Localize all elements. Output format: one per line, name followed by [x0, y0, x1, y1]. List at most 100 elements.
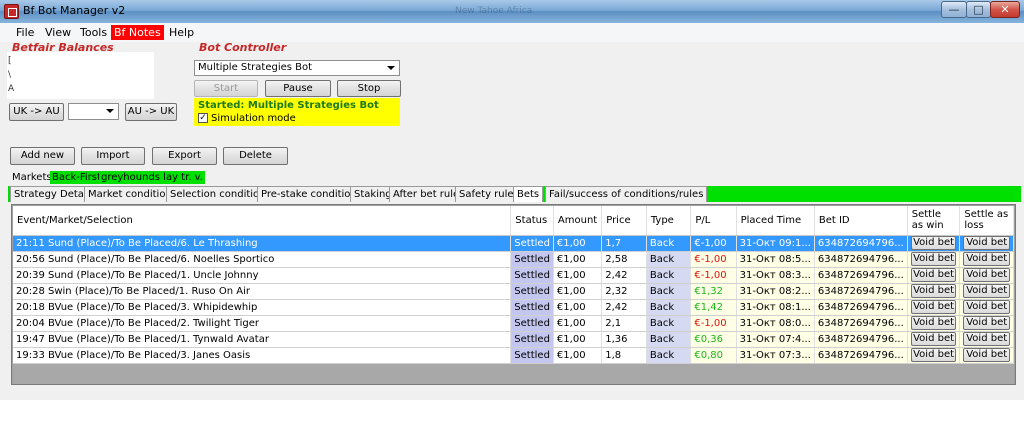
au-to-uk-button[interactable]: AU -> UK: [125, 103, 177, 121]
minimize-button[interactable]: —: [941, 1, 967, 18]
simulation-label: Simulation mode: [211, 113, 296, 124]
column-header-bet-id[interactable]: Bet ID: [814, 206, 908, 236]
column-header-settle-loss[interactable]: Settle as loss: [959, 206, 1014, 236]
settle-win-button-cell: Void bet: [907, 235, 961, 252]
menu-bf-notes[interactable]: Bf Notes: [111, 25, 164, 40]
cell-amount: €1,00: [553, 315, 603, 332]
cell-pl: €1,32: [690, 283, 737, 300]
settle-loss-button[interactable]: Void bet: [963, 300, 1010, 314]
cell-type: Back: [646, 299, 692, 316]
stop-button[interactable]: Stop: [337, 80, 401, 97]
settle-win-button[interactable]: Void bet: [910, 284, 957, 298]
column-header-type[interactable]: Type: [646, 206, 692, 236]
table-row[interactable]: 20:04 BVue (Place)/To Be Placed/2. Twili…: [13, 315, 1014, 332]
table-row[interactable]: 19:47 BVue (Place)/To Be Placed/1. Tynwa…: [13, 331, 1014, 348]
cell-placed-time: 31-Окт 08:2...: [736, 283, 815, 300]
column-header-event[interactable]: Event/Market/Selection: [13, 206, 512, 236]
settle-loss-button-cell: Void bet: [959, 331, 1014, 348]
minimize-icon: —: [948, 3, 960, 16]
settle-loss-button[interactable]: Void bet: [963, 252, 1010, 266]
table-row[interactable]: 20:56 Sund (Place)/To Be Placed/6. Noell…: [13, 251, 1014, 268]
cell-bet-id: 634872694796...: [814, 331, 908, 348]
settle-win-button[interactable]: Void bet: [910, 268, 957, 282]
strategy-select-value: Multiple Strategies Bot: [198, 62, 313, 73]
delete-button[interactable]: Delete: [223, 147, 288, 165]
table-row[interactable]: 19:33 BVue (Place)/To Be Placed/3. Janes…: [13, 347, 1014, 364]
export-button[interactable]: Export: [152, 147, 217, 165]
cell-price: 1,36: [601, 331, 647, 348]
settle-win-button-cell: Void bet: [907, 331, 961, 348]
cell-bet-id: 634872694796...: [814, 283, 908, 300]
cell-amount: €1,00: [553, 283, 603, 300]
cell-bet-id: 634872694796...: [814, 299, 908, 316]
cell-type: Back: [646, 235, 692, 252]
cell-placed-time: 31-Окт 07:4...: [736, 331, 815, 348]
cell-status: Settled: [510, 315, 554, 332]
settle-win-button-cell: Void bet: [907, 347, 961, 364]
cell-status: Settled: [510, 283, 554, 300]
cell-price: 2,32: [601, 283, 647, 300]
settle-loss-button[interactable]: Void bet: [963, 316, 1010, 330]
simulation-checkbox[interactable]: ✓: [198, 113, 208, 123]
bets-grid: Event/Market/Selection Status Amount Pri…: [11, 204, 1016, 385]
table-header-row: Event/Market/Selection Status Amount Pri…: [13, 206, 1014, 236]
cell-amount: €1,00: [553, 347, 603, 364]
column-header-amount[interactable]: Amount: [553, 206, 603, 236]
add-new-button[interactable]: Add new: [10, 147, 75, 165]
column-header-placed-time[interactable]: Placed Time: [736, 206, 815, 236]
strategy-select[interactable]: Multiple Strategies Bot: [194, 60, 400, 76]
currency-select[interactable]: [68, 103, 119, 120]
settle-loss-button-cell: Void bet: [959, 299, 1014, 316]
cell-amount: €1,00: [553, 267, 603, 284]
window-title: Bf Bot Manager v2: [23, 4, 126, 17]
balance-line: \: [8, 70, 12, 80]
maximize-button[interactable]: □: [966, 1, 991, 18]
uk-to-au-button[interactable]: UK -> AU: [9, 103, 64, 121]
tab-fail-success[interactable]: Fail/success of conditions/rules: [545, 186, 708, 202]
settle-loss-button[interactable]: Void bet: [963, 332, 1010, 346]
cell-event: 21:11 Sund (Place)/To Be Placed/6. Le Th…: [13, 235, 512, 252]
balances-display: [ \ A: [7, 52, 154, 99]
column-header-status[interactable]: Status: [510, 206, 554, 236]
cell-amount: €1,00: [553, 331, 603, 348]
close-button[interactable]: ✕: [990, 1, 1020, 18]
tab-back-first[interactable]: Back-First: [50, 171, 103, 184]
settle-win-button-cell: Void bet: [907, 299, 961, 316]
settle-win-button[interactable]: Void bet: [910, 252, 957, 266]
settle-loss-button[interactable]: Void bet: [963, 236, 1010, 250]
column-header-price[interactable]: Price: [601, 206, 647, 236]
settle-win-button[interactable]: Void bet: [910, 236, 957, 250]
column-header-pl[interactable]: P/L: [690, 206, 737, 236]
settle-win-button[interactable]: Void bet: [910, 332, 957, 346]
settle-loss-button[interactable]: Void bet: [963, 284, 1010, 298]
pause-button[interactable]: Pause: [265, 80, 331, 97]
tab-markets[interactable]: Markets: [10, 171, 54, 184]
table-row[interactable]: 20:39 Sund (Place)/To Be Placed/1. Uncle…: [13, 267, 1014, 284]
bets-grid-viewport: Event/Market/Selection Status Amount Pri…: [13, 206, 1014, 384]
cell-type: Back: [646, 315, 692, 332]
import-button[interactable]: Import: [81, 147, 145, 165]
cell-type: Back: [646, 347, 692, 364]
start-button[interactable]: Start: [194, 80, 258, 97]
cell-placed-time: 31-Окт 08:5...: [736, 251, 815, 268]
table-row[interactable]: 21:11 Sund (Place)/To Be Placed/6. Le Th…: [13, 235, 1014, 252]
menu-view[interactable]: View: [42, 25, 74, 40]
table-row[interactable]: 20:28 Swin (Place)/To Be Placed/1. Ruso …: [13, 283, 1014, 300]
tab-bets[interactable]: Bets: [513, 186, 544, 202]
menu-help[interactable]: Help: [166, 25, 197, 40]
column-header-settle-win[interactable]: Settle as win: [907, 206, 961, 236]
table-row[interactable]: 20:18 BVue (Place)/To Be Placed/3. Whipi…: [13, 299, 1014, 316]
settle-loss-button-cell: Void bet: [959, 347, 1014, 364]
tab-greyhounds-lay[interactable]: greyhounds lay tr. v.: [99, 171, 205, 184]
settle-win-button[interactable]: Void bet: [910, 300, 957, 314]
menu-tools[interactable]: Tools: [77, 25, 110, 40]
menu-file[interactable]: File: [13, 25, 37, 40]
settle-loss-button-cell: Void bet: [959, 235, 1014, 252]
settle-loss-button[interactable]: Void bet: [963, 268, 1010, 282]
title-bar[interactable]: Bf Bot Manager v2 New Tahoe Africa — □ ✕: [0, 0, 1024, 23]
settle-win-button[interactable]: Void bet: [910, 316, 957, 330]
settle-win-button[interactable]: Void bet: [910, 348, 957, 362]
settle-loss-button-cell: Void bet: [959, 267, 1014, 284]
settle-loss-button[interactable]: Void bet: [963, 348, 1010, 362]
settle-loss-button-cell: Void bet: [959, 283, 1014, 300]
